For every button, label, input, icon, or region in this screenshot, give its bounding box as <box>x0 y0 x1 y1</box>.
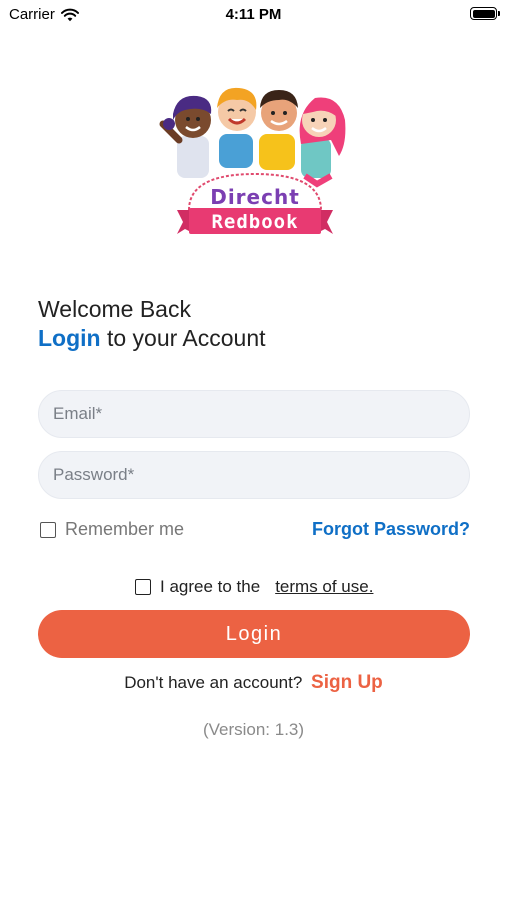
logo-text-line1: Direcht <box>210 185 300 209</box>
login-accent-text: Login <box>38 325 101 351</box>
battery-fill <box>472 9 495 18</box>
remember-me-control[interactable]: Remember me <box>40 519 184 540</box>
remember-me-label: Remember me <box>65 519 185 539</box>
forgot-password-link[interactable]: Forgot Password? <box>312 519 470 540</box>
terms-of-use-link[interactable]: terms of use. <box>275 577 373 597</box>
login-button[interactable]: Login <box>38 610 470 658</box>
kid-figure-1 <box>159 95 212 178</box>
login-subheading: Login to your Account <box>38 325 266 352</box>
kid-figure-3 <box>259 90 298 170</box>
version-label: (Version: 1.3) <box>202 720 305 739</box>
kid-figure-2 <box>217 87 257 168</box>
app-logo: Direcht Redbook <box>159 87 346 234</box>
email-field[interactable] <box>39 391 469 437</box>
terms-prefix-text: I agree to the <box>160 577 261 596</box>
remember-me-checkbox[interactable] <box>40 521 56 538</box>
email-field-container <box>38 390 470 438</box>
battery-icon <box>470 7 500 20</box>
terms-agreement: I agree to the terms of use. <box>135 577 373 597</box>
password-field-container <box>38 451 470 499</box>
logo-text-line2: Redbook <box>211 211 298 233</box>
signup-prompt: Don't have an account? Sign Up <box>0 672 507 694</box>
sign-up-link[interactable]: Sign Up <box>311 672 383 693</box>
password-field[interactable] <box>39 452 469 498</box>
welcome-heading: Welcome Back <box>38 296 191 322</box>
terms-checkbox[interactable] <box>135 579 151 595</box>
status-bar: Carrier 4:11 PM <box>0 0 507 30</box>
status-time: 4:11 PM <box>225 6 282 23</box>
kid-figure-4 <box>299 97 346 188</box>
login-subheading-text: to your Account <box>100 325 266 351</box>
signup-prompt-text: Don't have an account? <box>124 673 303 692</box>
